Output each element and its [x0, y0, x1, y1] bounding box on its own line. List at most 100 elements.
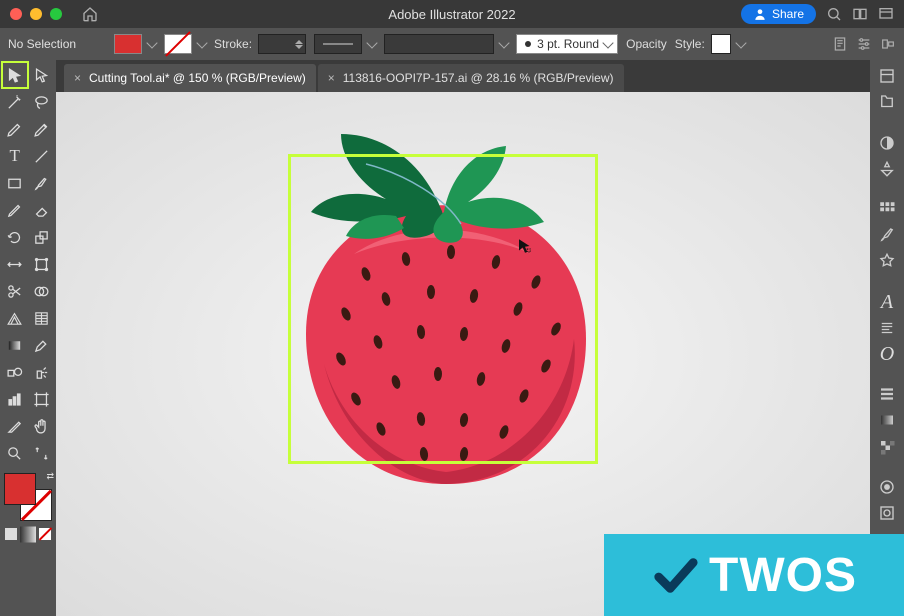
mesh-tool[interactable] — [29, 305, 55, 331]
fill-swatch[interactable] — [114, 34, 142, 54]
type-icon: T — [10, 146, 20, 166]
slice-tool[interactable] — [2, 413, 28, 439]
transparency-panel-icon[interactable] — [874, 437, 900, 457]
color-panel-icon[interactable] — [874, 132, 900, 152]
type-tool[interactable]: T — [2, 143, 28, 169]
graphic-style-swatch[interactable] — [711, 34, 731, 54]
fill-stroke-proxy[interactable]: ⇄ — [4, 473, 52, 521]
rotate-tool[interactable] — [2, 224, 28, 250]
brush-selected-label: 3 pt. Round — [537, 37, 599, 51]
blend-tool[interactable] — [2, 359, 28, 385]
symbols-panel-icon[interactable] — [874, 251, 900, 271]
document-setup-icon[interactable] — [832, 36, 848, 52]
magic-wand-tool[interactable] — [2, 89, 28, 115]
document-tab[interactable]: × Cutting Tool.ai* @ 150 % (RGB/Preview) — [64, 64, 316, 92]
share-button[interactable]: Share — [741, 4, 816, 24]
profile-caret-icon[interactable] — [366, 37, 377, 48]
shaper-tool[interactable] — [2, 197, 28, 223]
curvature-tool[interactable] — [29, 116, 55, 142]
lasso-tool[interactable] — [29, 89, 55, 115]
eraser-icon — [33, 202, 50, 219]
zoom-window-button[interactable] — [50, 8, 62, 20]
rectangle-tool[interactable] — [2, 170, 28, 196]
hand-tool[interactable] — [29, 413, 55, 439]
artboard-tool[interactable] — [29, 386, 55, 412]
eraser-tool[interactable] — [29, 197, 55, 223]
direct-selection-icon — [33, 67, 50, 84]
minimize-window-button[interactable] — [30, 8, 42, 20]
selection-status: No Selection — [8, 37, 76, 51]
properties-panel-icon[interactable] — [874, 66, 900, 86]
stroke-swatch[interactable] — [164, 34, 192, 54]
tools-panel: T — [0, 60, 56, 616]
width-tool[interactable] — [2, 251, 28, 277]
scissors-icon — [6, 283, 23, 300]
eyedropper-tool[interactable] — [29, 332, 55, 358]
stroke-dropdown-caret-icon[interactable] — [196, 37, 207, 48]
arrange-docs-icon[interactable] — [852, 6, 868, 22]
preferences-icon[interactable] — [856, 36, 872, 52]
brush-caret-icon[interactable] — [498, 37, 509, 48]
close-tab-icon[interactable]: × — [74, 71, 81, 85]
none-mode-button[interactable] — [37, 526, 53, 542]
width-icon — [6, 256, 23, 273]
toggle-fill-stroke[interactable] — [29, 440, 55, 466]
scale-tool[interactable] — [29, 224, 55, 250]
caret-up-icon[interactable] — [295, 40, 303, 44]
free-transform-tool[interactable] — [29, 251, 55, 277]
fill-dropdown-caret-icon[interactable] — [146, 37, 157, 48]
close-window-button[interactable] — [10, 8, 22, 20]
variable-width-profile[interactable] — [314, 34, 362, 54]
line-segment-tool[interactable] — [29, 143, 55, 169]
shape-builder-tool[interactable] — [29, 278, 55, 304]
opentype-panel-icon[interactable]: O — [874, 344, 900, 364]
graphic-styles-panel-icon[interactable] — [874, 503, 900, 523]
document-tabs: × Cutting Tool.ai* @ 150 % (RGB/Preview)… — [56, 60, 870, 92]
stroke-panel-icon[interactable] — [874, 384, 900, 404]
gradient-tool[interactable] — [2, 332, 28, 358]
search-icon[interactable] — [826, 6, 842, 22]
style-caret-icon[interactable] — [735, 37, 746, 48]
artboard-icon — [33, 391, 50, 408]
swap-fill-stroke-icon[interactable]: ⇄ — [46, 471, 54, 482]
brushes-panel-icon[interactable] — [874, 225, 900, 245]
checkmark-icon — [651, 551, 699, 599]
column-graph-tool[interactable] — [2, 386, 28, 412]
paragraph-panel-icon[interactable] — [874, 318, 900, 338]
caret-down-icon[interactable] — [295, 45, 303, 49]
share-label: Share — [772, 7, 804, 21]
document-tab[interactable]: × 113816-OOPI7P-157.ai @ 28.16 % (RGB/Pr… — [318, 64, 624, 92]
cursor-icon — [516, 237, 534, 258]
character-panel-icon[interactable]: A — [874, 291, 900, 311]
bounding-box[interactable] — [288, 154, 598, 464]
zoom-tool[interactable] — [2, 440, 28, 466]
symbol-sprayer-tool[interactable] — [29, 359, 55, 385]
workspace-switcher-icon[interactable] — [878, 6, 894, 22]
bullet-icon — [525, 41, 531, 47]
titlebar-right: Share — [741, 4, 894, 24]
libraries-panel-icon[interactable] — [874, 92, 900, 112]
title-bar: Adobe Illustrator 2022 Share — [0, 0, 904, 28]
paintbrush-tool[interactable] — [29, 170, 55, 196]
stroke-weight-input[interactable] — [258, 34, 306, 54]
gradient-mode-button[interactable] — [20, 526, 36, 542]
color-guide-panel-icon[interactable] — [874, 159, 900, 179]
brush-definition-preview[interactable] — [384, 34, 494, 54]
eyedropper-icon — [33, 337, 50, 354]
align-icon[interactable] — [880, 36, 896, 52]
scissors-tool[interactable] — [2, 278, 28, 304]
color-mode-button[interactable] — [3, 526, 19, 542]
perspective-grid-tool[interactable] — [2, 305, 28, 331]
opacity-label[interactable]: Opacity — [626, 37, 667, 51]
appearance-panel-icon[interactable] — [874, 477, 900, 497]
direct-selection-tool[interactable] — [29, 62, 55, 88]
close-tab-icon[interactable]: × — [328, 71, 335, 85]
home-icon[interactable] — [82, 6, 98, 22]
swatches-panel-icon[interactable] — [874, 199, 900, 219]
gradient-panel-icon[interactable] — [874, 410, 900, 430]
selection-tool[interactable] — [2, 62, 28, 88]
brush-select[interactable]: 3 pt. Round — [516, 34, 618, 54]
pen-tool[interactable] — [2, 116, 28, 142]
magic-wand-icon — [6, 94, 23, 111]
fill-proxy[interactable] — [4, 473, 36, 505]
